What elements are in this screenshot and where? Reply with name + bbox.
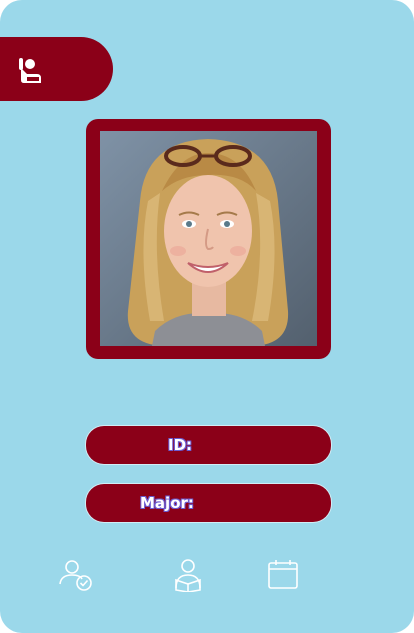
id-field[interactable]: ID: (86, 426, 331, 464)
id-label: ID: (168, 436, 193, 454)
user-check-icon[interactable] (58, 558, 94, 592)
student-reading-icon[interactable] (170, 558, 206, 592)
major-label: Major: (140, 494, 194, 512)
student-id-card: ID: Major: (0, 0, 414, 633)
calendar-icon[interactable] (265, 558, 301, 592)
student-raised-hand-icon[interactable] (17, 55, 43, 85)
student-portrait-image (100, 131, 317, 346)
major-field[interactable]: Major: (86, 484, 331, 522)
profile-photo[interactable] (100, 131, 317, 346)
